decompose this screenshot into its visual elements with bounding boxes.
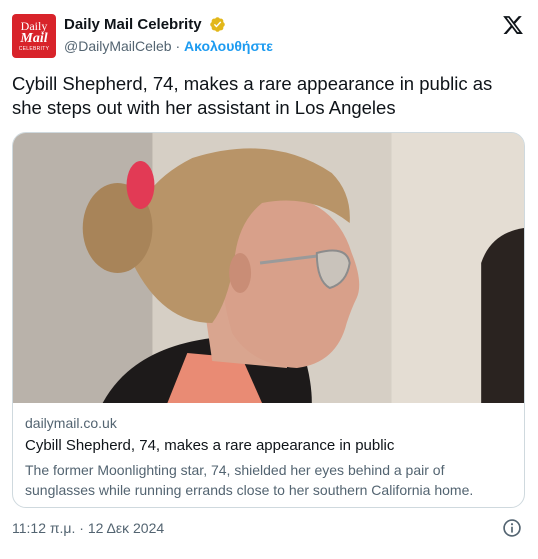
account-handle[interactable]: @DailyMailCeleb bbox=[64, 38, 172, 54]
tweet-header: Daily Mail CELEBRITY Daily Mail Celebrit… bbox=[12, 12, 526, 60]
account-names: Daily Mail Celebrity @DailyMailCeleb · Α… bbox=[64, 16, 273, 54]
handle-separator: · bbox=[171, 38, 185, 54]
x-logo-icon[interactable] bbox=[502, 14, 524, 36]
article-photo bbox=[13, 133, 524, 403]
account-avatar[interactable]: Daily Mail CELEBRITY bbox=[12, 14, 56, 58]
verified-badge-icon bbox=[210, 17, 225, 33]
info-icon[interactable] bbox=[502, 518, 522, 538]
link-card[interactable]: dailymail.co.uk Cybill Shepherd, 74, mak… bbox=[12, 132, 525, 508]
card-description: The former Moonlighting star, 74, shield… bbox=[25, 462, 474, 498]
follow-link[interactable]: Ακολουθήστε bbox=[184, 38, 273, 54]
card-title[interactable]: Cybill Shepherd, 74, makes a rare appear… bbox=[25, 437, 512, 454]
account-display-name[interactable]: Daily Mail Celebrity bbox=[64, 16, 202, 33]
avatar-logo-line3: CELEBRITY bbox=[18, 46, 50, 52]
avatar-logo-line2: Mail bbox=[20, 31, 48, 46]
tweet-timestamp[interactable]: 11:12 π.μ. · 12 Δεκ 2024 bbox=[12, 520, 164, 536]
card-info: dailymail.co.uk Cybill Shepherd, 74, mak… bbox=[25, 415, 512, 500]
tweet-text: Cybill Shepherd, 74, makes a rare appear… bbox=[12, 73, 493, 118]
handle-line: @DailyMailCeleb · Ακολουθήστε bbox=[64, 38, 273, 54]
card-domain: dailymail.co.uk bbox=[25, 415, 117, 431]
